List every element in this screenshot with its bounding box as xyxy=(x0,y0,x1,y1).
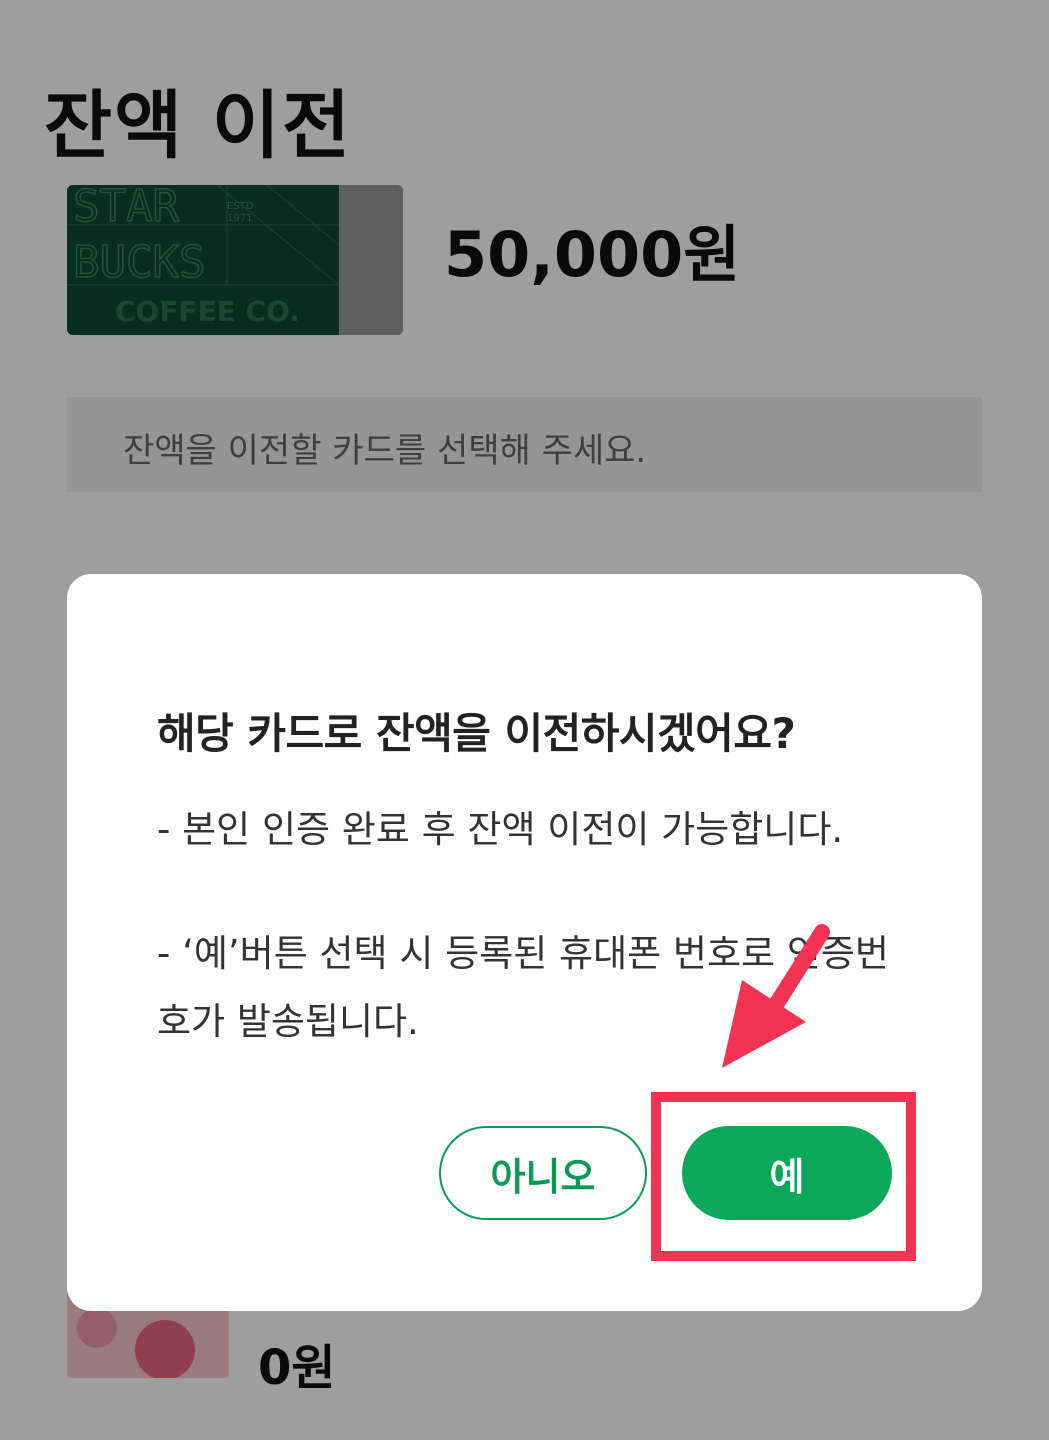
annotation-arrow-icon xyxy=(722,924,830,1068)
